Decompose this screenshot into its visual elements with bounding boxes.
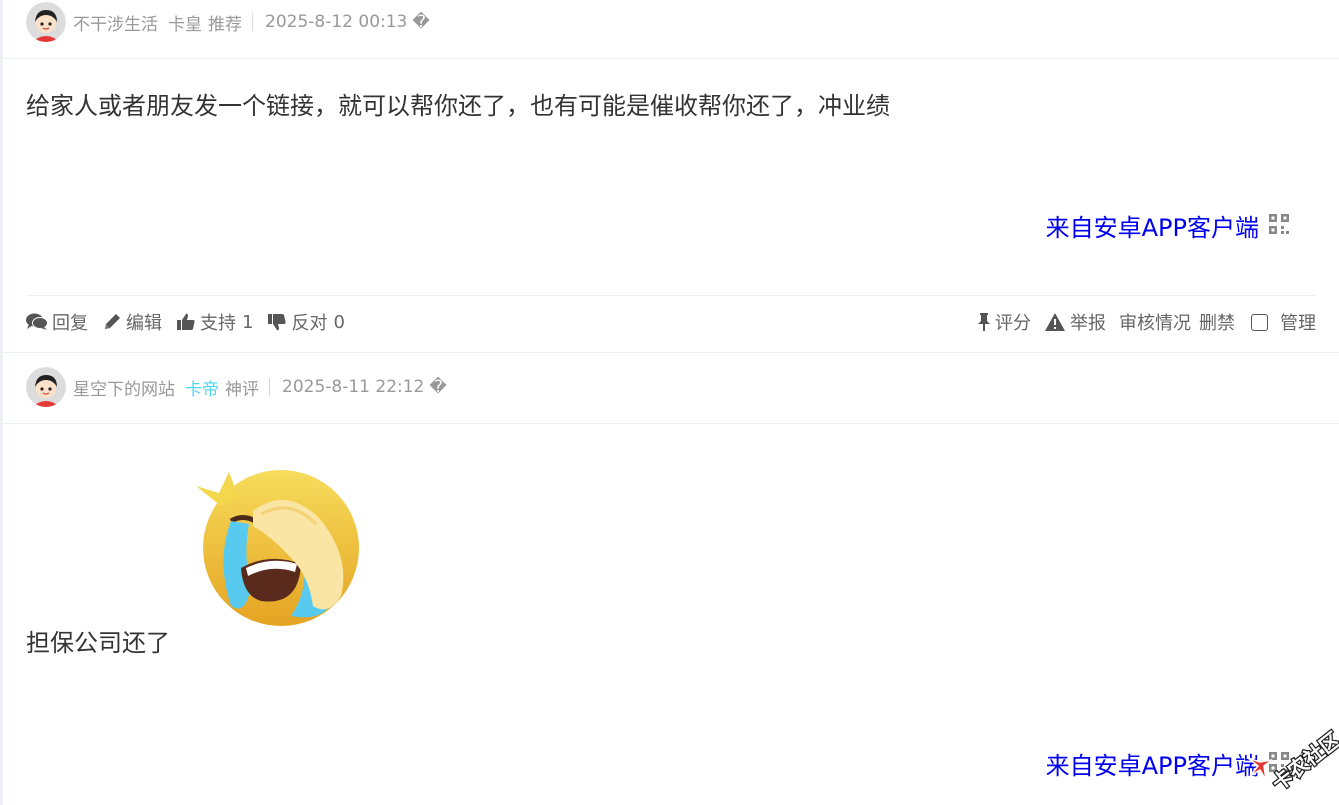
edit-label[interactable]: 编辑 (126, 309, 162, 335)
post-actions: 回复 编辑 支持 1 反对 0 评分 举报 审核情况 删禁 管理 (26, 307, 1316, 337)
user-level: 卡帝 (185, 379, 219, 400)
user-level: 卡皇 (168, 14, 202, 35)
manage-checkbox[interactable]: 管理 (1251, 309, 1316, 335)
pin-icon (978, 313, 990, 331)
avatar[interactable] (26, 367, 66, 407)
actions-divider (26, 295, 1316, 296)
post-timestamp: 2025-8-11 22:12 (282, 377, 425, 397)
divider (269, 378, 270, 396)
reply-button[interactable]: 回复 (26, 309, 88, 335)
avatar[interactable] (26, 2, 66, 42)
header-divider (3, 423, 1339, 424)
audit-button[interactable]: 审核情况 (1119, 309, 1191, 335)
post-1: 不干涉生活 卡皇 推荐 2025-8-12 00:13 � 给家人或者朋友发一个… (3, 0, 1339, 353)
support-label[interactable]: 支持 (200, 309, 236, 335)
support-button[interactable]: 支持 1 (176, 309, 253, 335)
post-content: 担保公司还了 (26, 629, 170, 657)
post-header: 星空下的网站 卡帝 神评 2025-8-11 22:12 � (26, 367, 447, 407)
header-divider (3, 58, 1339, 59)
from-app-link[interactable]: 来自安卓APP客户端 (1046, 208, 1289, 243)
author-name[interactable]: 星空下的网站 (73, 375, 175, 400)
ban-button[interactable]: 删禁 (1199, 309, 1235, 335)
laugh-crying-emoji (196, 470, 359, 626)
comments-icon (26, 313, 48, 330)
ban-label[interactable]: 删禁 (1199, 309, 1235, 335)
post-tag: 神评 (225, 379, 259, 400)
oppose-count: 0 (333, 311, 345, 333)
post-header: 不干涉生活 卡皇 推荐 2025-8-12 00:13 � (26, 2, 430, 42)
warning-icon (1045, 313, 1065, 331)
checkbox-icon[interactable] (1251, 313, 1268, 331)
post-content: 给家人或者朋友发一个链接，就可以帮你还了，也有可能是催收帮你还了，冲业绩 (26, 92, 890, 120)
report-button[interactable]: 举报 (1044, 309, 1106, 335)
oppose-button[interactable]: 反对 0 (267, 309, 345, 335)
edit-button[interactable]: 编辑 (102, 309, 162, 335)
support-count: 1 (242, 311, 254, 333)
divider (252, 13, 253, 31)
oppose-label[interactable]: 反对 (291, 309, 327, 335)
author-name[interactable]: 不干涉生活 (73, 10, 158, 35)
report-label[interactable]: 举报 (1070, 309, 1106, 335)
from-app-label[interactable]: 来自安卓APP客户端 (1046, 746, 1259, 781)
pencil-icon (105, 314, 120, 329)
rate-button[interactable]: 评分 (977, 309, 1031, 335)
watermark-logo: 卡农社区 (1247, 726, 1339, 797)
moderation-actions: 评分 举报 审核情况 删禁 管理 (964, 309, 1316, 335)
rate-label[interactable]: 评分 (995, 309, 1031, 335)
post-timestamp: 2025-8-12 00:13 (265, 12, 408, 32)
thumbs-up-icon (177, 313, 195, 330)
thumbs-down-icon (268, 314, 287, 331)
from-app-label[interactable]: 来自安卓APP客户端 (1046, 208, 1259, 243)
watermark-text: 卡农社区 (1267, 727, 1339, 795)
post-tag: 推荐 (208, 14, 242, 35)
timestamp-glyph: � (412, 12, 430, 32)
reply-label[interactable]: 回复 (52, 309, 88, 335)
manage-label[interactable]: 管理 (1280, 309, 1316, 335)
post-2: 星空下的网站 卡帝 神评 2025-8-11 22:12 � 担保公司还了 来自… (3, 353, 1339, 805)
timestamp-glyph: � (429, 377, 447, 397)
audit-label[interactable]: 审核情况 (1119, 309, 1191, 335)
qr-code-icon[interactable] (1269, 212, 1289, 240)
